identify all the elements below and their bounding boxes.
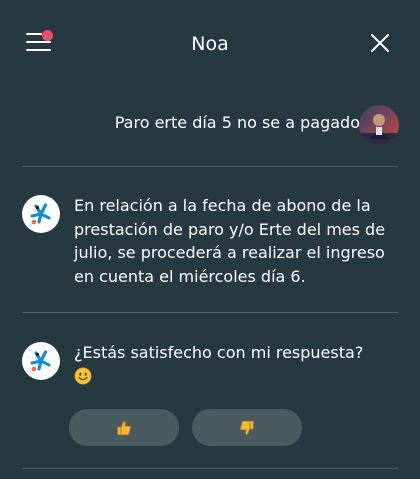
- user-message: Paro erte día 5 no se a pagado: [114, 113, 360, 132]
- divider: [22, 312, 398, 313]
- satisfaction-question: ¿Estás satisfecho con mi respuesta?: [74, 343, 364, 362]
- thumbs-down-button[interactable]: [192, 409, 302, 446]
- user-avatar: [359, 105, 399, 145]
- close-button[interactable]: [368, 31, 392, 55]
- caixabank-star-logo: [30, 203, 51, 225]
- close-icon: [371, 34, 389, 52]
- thumbs-up-icon: [117, 420, 131, 435]
- divider: [22, 166, 398, 167]
- thumbs-up-button[interactable]: [69, 409, 179, 446]
- bot-avatar: [22, 342, 60, 380]
- bot-message: En relación a la fecha de abono de la pr…: [74, 196, 386, 286]
- caixabank-star-logo: [30, 350, 51, 372]
- smiling-face-emoji: [74, 367, 92, 384]
- chat-header: Noa: [0, 0, 420, 90]
- bot-question: ¿Estás satisfecho con mi respuesta?: [74, 341, 392, 388]
- chat-title: Noa: [191, 33, 229, 55]
- thumbs-down-icon: [240, 420, 254, 435]
- bot-avatar: [22, 195, 60, 233]
- divider: [22, 468, 398, 469]
